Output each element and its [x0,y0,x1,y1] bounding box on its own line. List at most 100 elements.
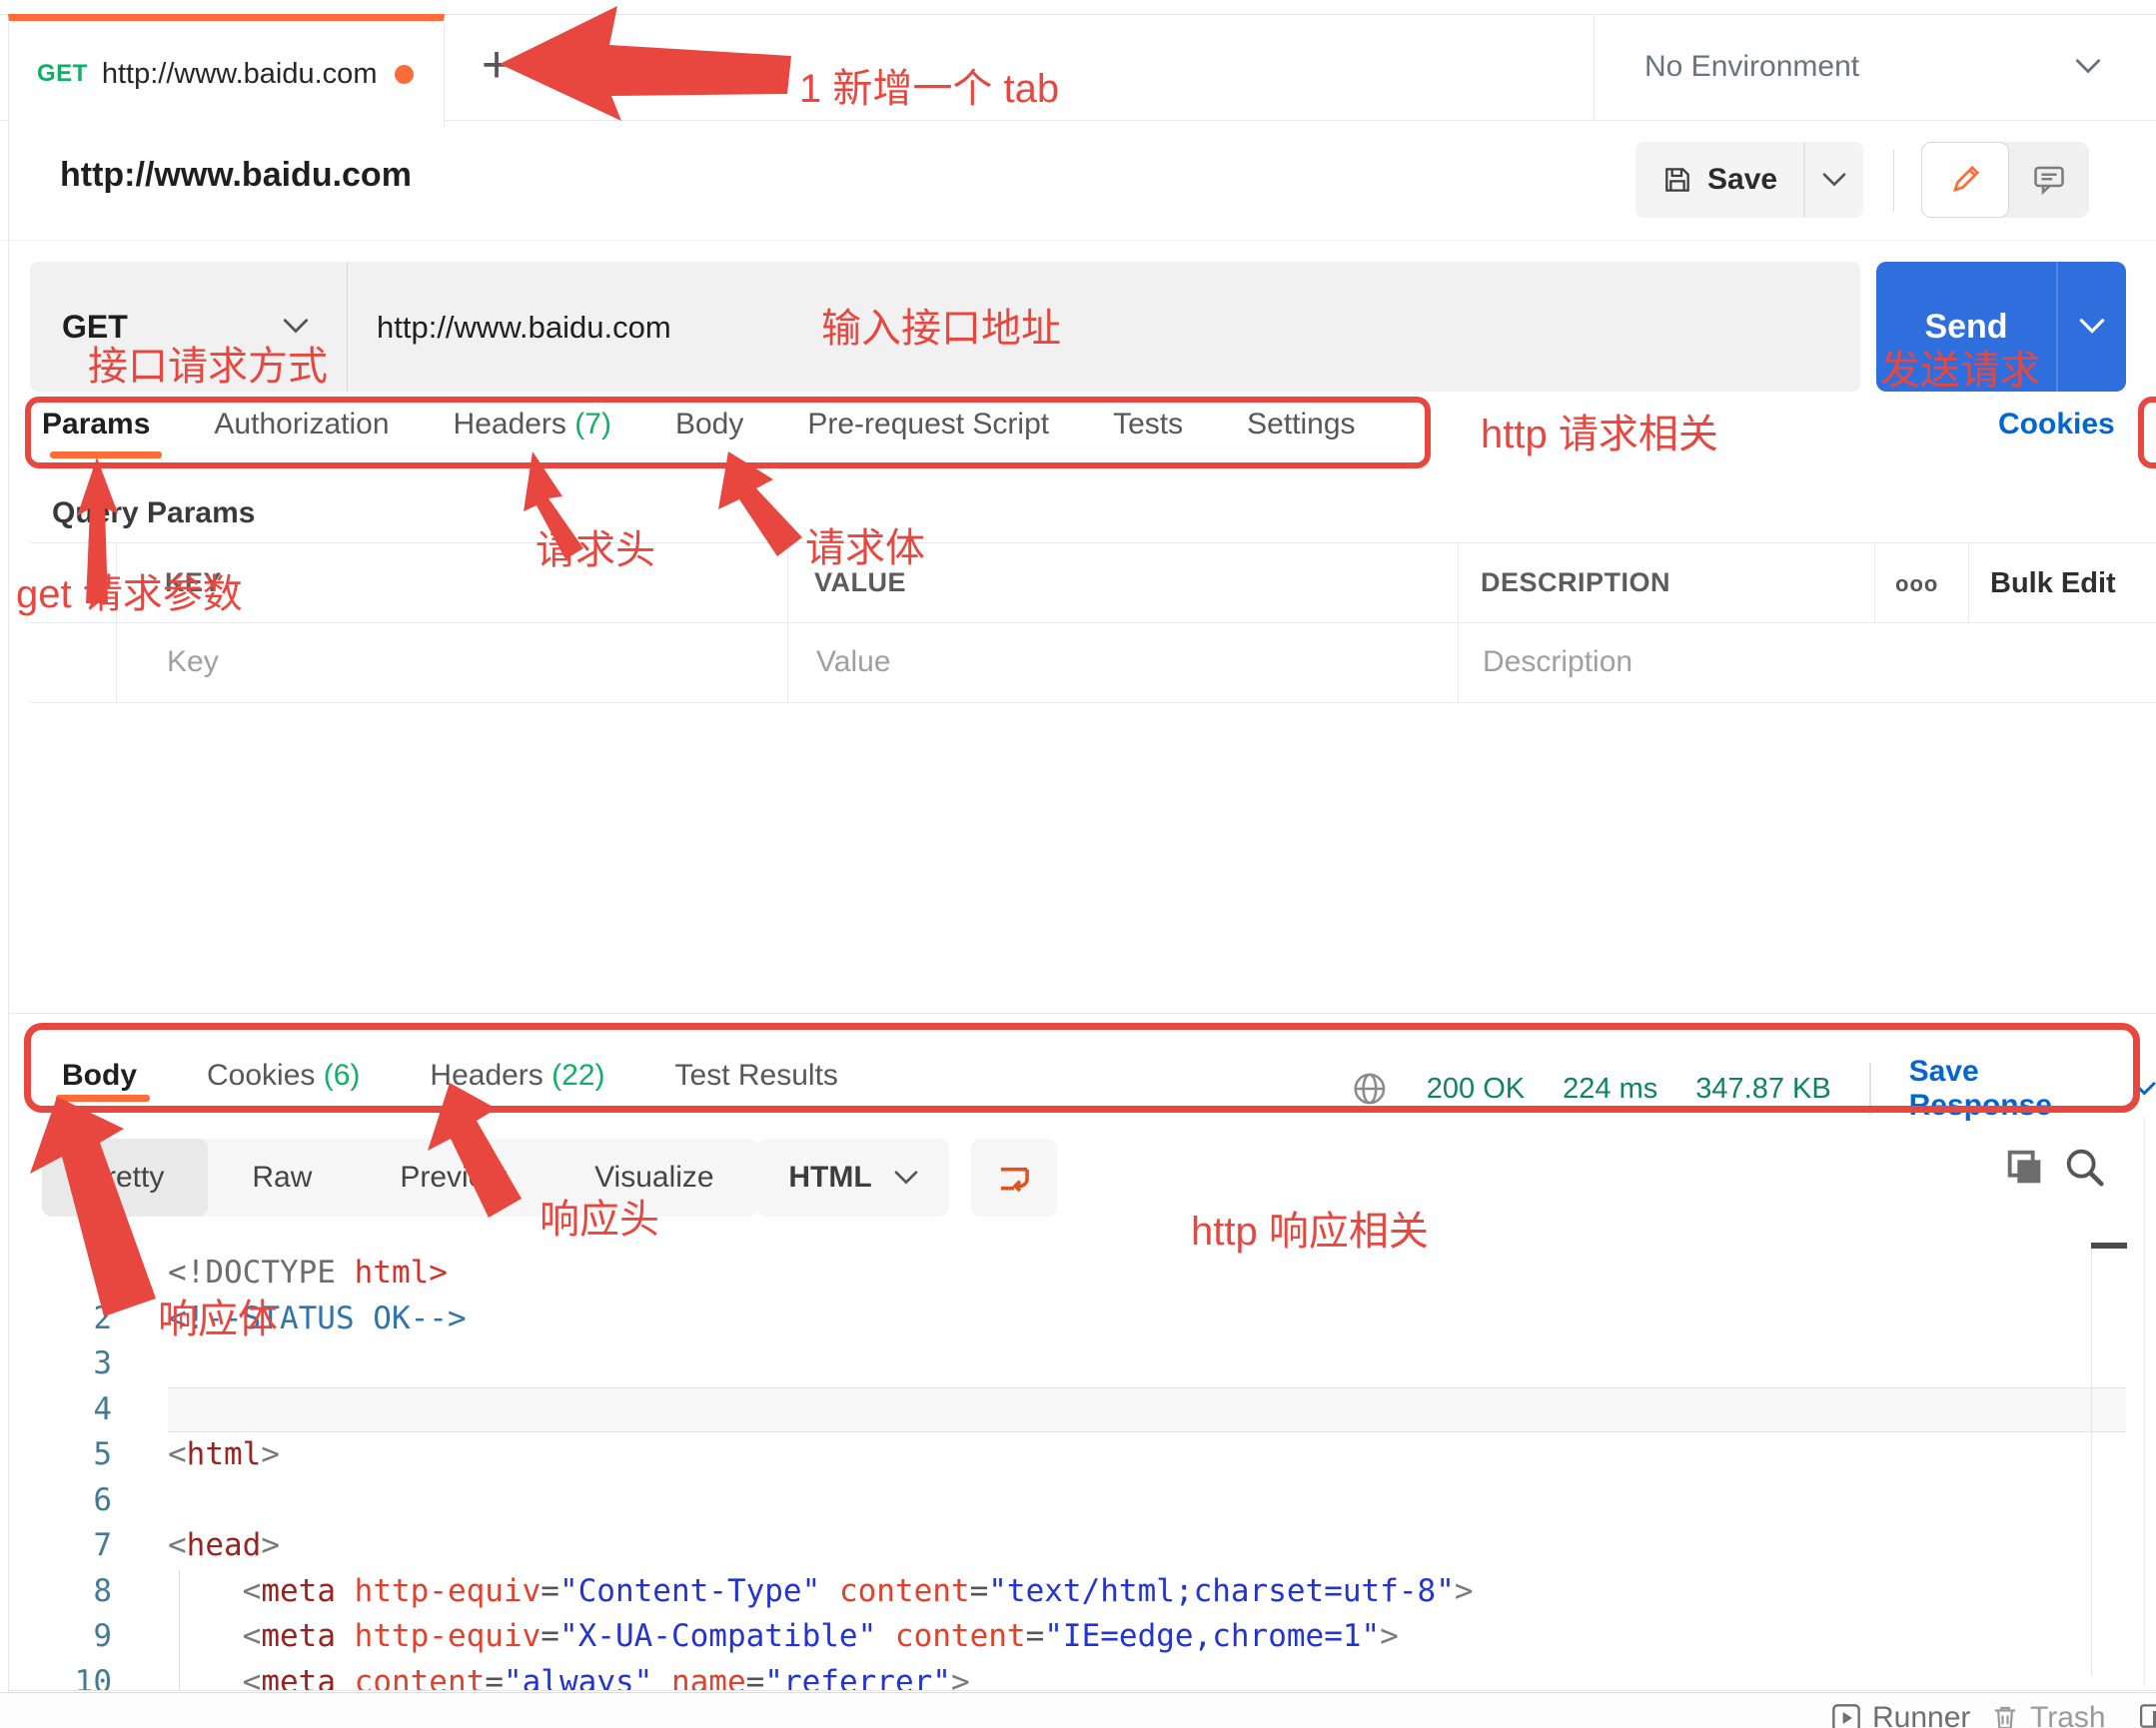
edit-description-button[interactable] [1921,142,2009,218]
param-key-input[interactable] [165,644,672,680]
column-description: DESCRIPTION [1481,567,1670,598]
send-options-button[interactable] [2056,262,2126,392]
tab-response-body[interactable]: Body [62,1059,137,1093]
search-icon [2062,1145,2108,1191]
code-line: 2<!--STATUS OK--> [30,1296,2126,1342]
tab-params[interactable]: Params [42,408,150,441]
request-tab[interactable]: GET http://www.baidu.com [8,14,445,127]
tab-settings[interactable]: Settings [1247,408,1355,441]
line-number: 5 [30,1432,112,1478]
tab-test-results[interactable]: Test Results [675,1059,838,1093]
format-selector[interactable]: HTML [757,1139,949,1217]
copy-button[interactable] [2002,1145,2048,1196]
chevron-down-icon [894,1171,918,1186]
runner-label: Runner [1872,1701,1970,1728]
annotation-method: 接口请求方式 [88,334,328,392]
comment-icon [2031,162,2067,198]
response-body-code: 1<!DOCTYPE html>2<!--STATUS OK-->345<htm… [30,1251,2126,1690]
param-description-cell[interactable] [1481,644,2040,680]
console-icon [2138,1701,2156,1728]
tab-body[interactable]: Body [675,408,743,441]
environment-label: No Environment [1644,50,1859,84]
line-number: 3 [30,1341,112,1387]
annotation-add-tab: 1 新增一个 tab [799,56,1059,114]
code-line: 5<html> [30,1432,2126,1478]
tab-prerequest-script[interactable]: Pre-request Script [807,408,1049,441]
response-status-bar: 200 OK 224 ms 347.87 KB Save Response [1351,1055,2156,1123]
view-pretty[interactable]: Pretty [42,1139,208,1217]
arrow-request-body [718,451,802,556]
chevron-down-icon [2079,319,2105,335]
code-line: 9 <meta http-equiv="X-UA-Compatible" con… [30,1614,2126,1660]
save-button[interactable]: Save [1635,142,1803,218]
comments-button[interactable] [2009,142,2089,218]
console-button[interactable] [2138,1701,2156,1728]
save-options-button[interactable] [1803,142,1863,218]
format-label: HTML [788,1161,871,1195]
runner-play-icon [1830,1702,1862,1728]
divider [1869,1063,1871,1115]
active-tab-underline [50,451,162,458]
line-number: 6 [30,1478,112,1524]
view-preview[interactable]: Preview [356,1139,550,1217]
tab-method-label: GET [37,60,88,88]
table-border [30,702,2156,703]
tab-tests[interactable]: Tests [1113,408,1183,441]
more-options-icon[interactable]: ooo [1895,571,1938,597]
table-border [30,622,2156,623]
annotation-response-body: 响应体 [158,1287,278,1344]
request-tab-bar: Params Authorization Headers (7) Body Pr… [42,408,1356,441]
code-line: 10 <meta content="always" name="referrer… [30,1660,2126,1691]
annotation-request-body: 请求体 [805,515,925,573]
code-scrollbar-thumb[interactable] [2091,1243,2127,1249]
line-number: 8 [30,1569,112,1615]
annotation-get-params: get 请求参数 [16,561,243,619]
trash-label: Trash [2030,1701,2106,1728]
environment-selector[interactable]: No Environment [1594,14,2156,120]
param-description-input[interactable] [1481,644,1988,680]
wrap-lines-button[interactable] [971,1139,1057,1217]
code-line: 1<!DOCTYPE html> [30,1251,2126,1296]
doc-comment-group [1921,142,2089,218]
search-button[interactable] [2062,1145,2108,1196]
runner-button[interactable]: Runner [1830,1701,1970,1728]
annotation-response-box: http 响应相关 [1191,1199,1429,1257]
annotation-request-header: 请求头 [536,517,655,575]
line-number: 4 [30,1387,112,1433]
tab-response-cookies[interactable]: Cookies (6) [207,1059,360,1093]
param-value-input[interactable] [814,644,1322,680]
pane-scrollbar-track [2144,1117,2145,1688]
bulk-edit-button[interactable]: Bulk Edit [1990,567,2116,600]
param-value-cell[interactable] [814,644,1374,680]
trash-button[interactable]: Trash [1990,1701,2106,1728]
table-border [787,542,788,702]
annotation-response-header: 响应头 [539,1187,659,1245]
tab-response-headers[interactable]: Headers (22) [430,1059,604,1093]
postman-app: GET http://www.baidu.com + No Environmen… [0,0,2156,1728]
trash-icon [1990,1702,2020,1728]
table-border [30,542,2156,543]
save-icon [1661,164,1693,196]
chevron-down-icon [2133,1082,2156,1097]
chevron-down-icon [283,319,309,335]
line-number: 9 [30,1614,112,1660]
table-border [1968,542,1969,622]
line-number: 2 [30,1296,112,1342]
annotation-send: 发送请求 [1880,338,2040,396]
tab-authorization[interactable]: Authorization [214,408,389,441]
view-raw[interactable]: Raw [208,1139,356,1217]
tab-headers[interactable]: Headers (7) [454,408,611,441]
annotation-request-box: http 请求相关 [1481,402,1718,459]
save-response-button[interactable]: Save Response [1909,1055,2156,1123]
pencil-icon [1948,163,1982,197]
status-size: 347.87 KB [1695,1073,1830,1106]
code-line: 4 [30,1387,2126,1433]
request-title: http://www.baidu.com [60,156,412,195]
network-globe-icon [1351,1069,1389,1109]
table-border [1458,542,1459,702]
tab-url-label: http://www.baidu.com [102,58,378,91]
code-scrollbar-track [2091,1249,2092,1676]
cookies-link[interactable]: Cookies [1998,408,2115,441]
new-tab-button[interactable]: + [462,30,532,100]
param-key-cell[interactable] [165,644,724,680]
